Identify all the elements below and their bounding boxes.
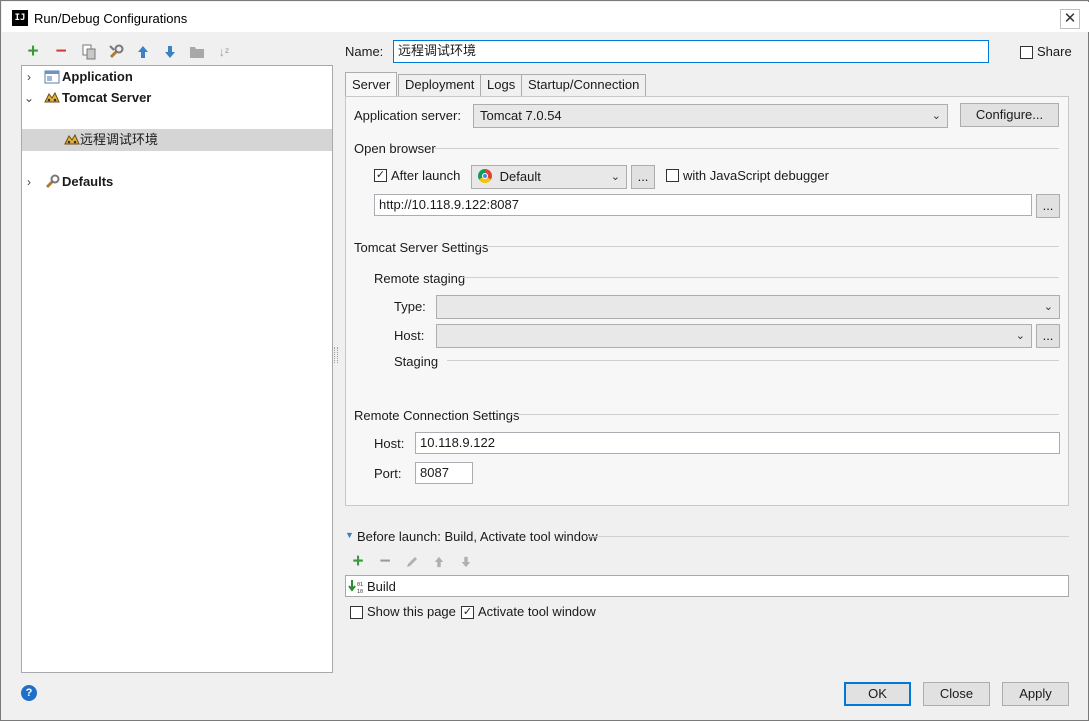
wrench-icon — [44, 174, 60, 190]
tab-logs[interactable]: Logs — [480, 74, 523, 96]
move-down-icon[interactable] — [160, 42, 180, 62]
after-launch-label: After launch — [391, 168, 461, 183]
sort-icon[interactable]: ↓ᶻ — [214, 42, 234, 62]
browser-value: Default — [499, 169, 541, 184]
js-debugger-label: with JavaScript debugger — [683, 168, 829, 183]
url-input[interactable]: http://10.118.9.122:8087 — [374, 194, 1032, 216]
add-icon[interactable]: + — [23, 42, 43, 62]
type-dropdown[interactable]: ⌄ — [436, 295, 1060, 319]
edit-icon[interactable] — [402, 552, 422, 572]
task-label: Build — [367, 579, 396, 594]
section-divider — [447, 360, 1059, 361]
activate-tool-window-checkbox[interactable]: ✓ — [461, 606, 474, 619]
type-label: Type: — [394, 299, 426, 314]
remote-port-label: Port: — [374, 466, 402, 481]
chevron-down-icon: ⌄ — [610, 171, 620, 183]
tree-item-label: Defaults — [62, 174, 114, 189]
help-icon[interactable]: ? — [21, 685, 37, 701]
remote-host-label: Host: — [374, 436, 405, 451]
section-divider — [435, 148, 1059, 149]
before-launch-task-list[interactable]: 01 10 Build — [345, 575, 1069, 597]
tree-item-tomcat-server[interactable]: ⌄ Tomcat Server — [22, 87, 332, 109]
tomcat-settings-heading: Tomcat Server Settings — [354, 240, 489, 255]
splitter-handle[interactable] — [334, 347, 338, 363]
show-page-label: Show this page — [367, 604, 456, 619]
tree-item-label: Application — [62, 69, 133, 84]
tab-server[interactable]: Server — [345, 72, 398, 97]
dialog-window: IJ Run/Debug Configurations ✕ + − ↓ᶻ › A… — [0, 0, 1089, 721]
staging-label: Staging — [394, 354, 439, 369]
staging-host-ellipsis-button[interactable]: ... — [1036, 324, 1060, 348]
chevron-right-icon[interactable]: › — [22, 66, 36, 88]
chevron-down-icon: ⌄ — [1043, 301, 1053, 313]
folder-icon[interactable] — [187, 42, 207, 62]
section-divider — [509, 414, 1059, 415]
browser-ellipsis-button[interactable]: ... — [631, 165, 655, 189]
chevron-right-icon[interactable]: › — [22, 171, 36, 193]
tomcat-icon — [64, 132, 80, 148]
tree-item-label: 远程调试环境 — [80, 132, 159, 147]
share-label: Share — [1037, 44, 1072, 59]
staging-host-dropdown[interactable]: ⌄ — [436, 324, 1032, 348]
remote-port-input[interactable]: 8087 — [415, 462, 473, 484]
staging-host-label: Host: — [394, 328, 425, 343]
remove-icon[interactable]: − — [375, 552, 395, 572]
browser-dropdown[interactable]: Default ⌄ — [471, 165, 627, 189]
share-checkbox[interactable] — [1020, 46, 1033, 59]
name-input[interactable]: 远程调试环境 — [393, 40, 989, 63]
chevron-down-icon: ⌄ — [931, 110, 941, 122]
url-ellipsis-button[interactable]: ... — [1036, 194, 1060, 218]
section-divider — [479, 246, 1059, 247]
remote-host-input[interactable]: 10.118.9.122 — [415, 432, 1060, 454]
window-title: Run/Debug Configurations — [34, 11, 188, 26]
move-up-icon[interactable] — [429, 552, 449, 572]
remove-icon[interactable]: − — [51, 42, 71, 62]
add-icon[interactable]: + — [348, 552, 368, 572]
tomcat-icon — [44, 90, 60, 106]
configurations-tree[interactable]: › Application ⌄ Tomcat Server 远程调试环境 › D… — [21, 65, 333, 673]
remote-staging-heading: Remote staging — [374, 271, 466, 286]
app-server-value: Tomcat 7.0.54 — [480, 108, 562, 123]
tree-item-remote-debug-env[interactable]: 远程调试环境 — [22, 129, 332, 151]
intellij-app-icon: IJ — [12, 10, 28, 26]
application-icon — [44, 69, 60, 85]
move-up-icon[interactable] — [133, 42, 153, 62]
move-down-icon[interactable] — [456, 552, 476, 572]
tree-item-defaults[interactable]: › Defaults — [22, 171, 332, 193]
collapse-triangle-icon[interactable]: ▼ — [345, 530, 354, 540]
list-item[interactable]: 01 10 Build — [346, 576, 1068, 598]
activate-tool-window-label: Activate tool window — [478, 604, 596, 619]
chevron-down-icon: ⌄ — [1015, 330, 1025, 342]
show-page-checkbox[interactable] — [350, 606, 363, 619]
tab-startup-connection[interactable]: Startup/Connection — [521, 74, 647, 96]
app-server-dropdown[interactable]: Tomcat 7.0.54 ⌄ — [473, 104, 948, 128]
app-server-label: Application server: — [354, 108, 461, 123]
copy-icon[interactable] — [79, 42, 99, 62]
title-bar: IJ Run/Debug Configurations ✕ — [2, 2, 1089, 32]
apply-button[interactable]: Apply — [1002, 682, 1069, 706]
tree-item-label: Tomcat Server — [62, 90, 152, 105]
js-debugger-checkbox[interactable] — [666, 169, 679, 182]
tab-deployment[interactable]: Deployment — [398, 74, 482, 96]
close-window-button[interactable]: ✕ — [1060, 9, 1080, 29]
svg-text:10: 10 — [357, 589, 363, 595]
build-icon: 01 10 — [348, 579, 364, 595]
section-divider — [462, 277, 1059, 278]
remote-connection-heading: Remote Connection Settings — [354, 408, 520, 423]
chrome-icon — [478, 169, 492, 183]
wrench-icon[interactable] — [106, 42, 126, 62]
close-button[interactable]: Close — [923, 682, 990, 706]
svg-text:01: 01 — [357, 582, 363, 588]
configure-button[interactable]: Configure... — [960, 103, 1059, 127]
open-browser-heading: Open browser — [354, 141, 436, 156]
ok-button[interactable]: OK — [844, 682, 911, 706]
before-launch-heading[interactable]: Before launch: Build, Activate tool wind… — [357, 529, 598, 544]
section-divider — [587, 536, 1069, 537]
name-label: Name: — [345, 44, 384, 59]
chevron-down-icon[interactable]: ⌄ — [22, 87, 36, 109]
tree-item-application[interactable]: › Application — [22, 66, 332, 88]
after-launch-checkbox[interactable]: ✓ — [374, 169, 387, 182]
